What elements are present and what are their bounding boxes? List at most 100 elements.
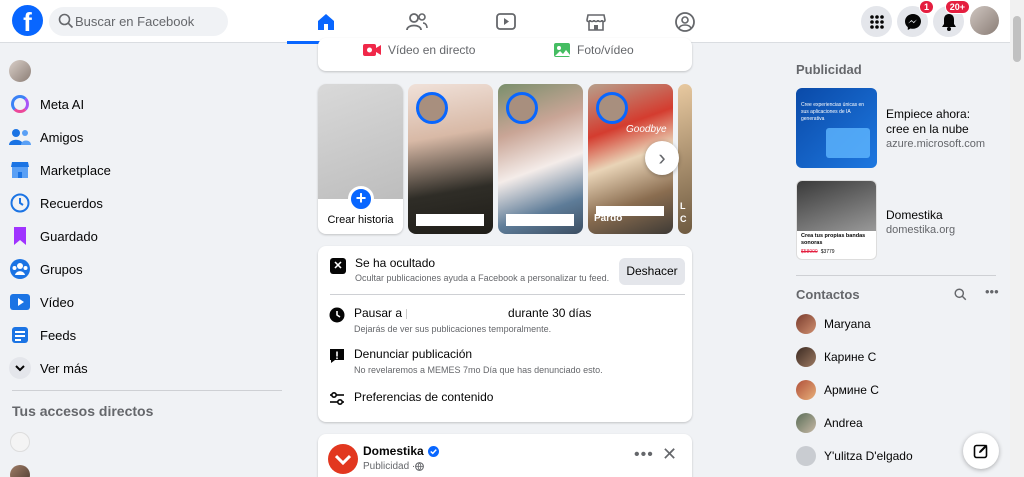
story-card[interactable]	[498, 84, 583, 234]
live-video-button[interactable]: Vídeo en directo	[362, 42, 475, 58]
top-bar: f 1 20+	[0, 0, 1010, 44]
story-card-partial[interactable]: L C	[678, 84, 692, 234]
nav-marketplace[interactable]	[557, 0, 635, 43]
sidebar-item-video[interactable]: Vídeo	[8, 286, 74, 318]
shortcut-item[interactable]	[8, 426, 40, 458]
video-icon	[496, 12, 516, 30]
search-box[interactable]	[49, 7, 228, 36]
bookmark-icon	[14, 227, 26, 245]
friends-icon	[9, 129, 31, 145]
photo-video-button[interactable]: Foto/vídeo	[553, 42, 634, 58]
sidebar-item-marketplace[interactable]: Marketplace	[8, 154, 111, 186]
nav-home[interactable]	[287, 0, 365, 44]
sidebar-item-label: Amigos	[40, 129, 84, 145]
close-icon[interactable]: ✕	[662, 444, 677, 465]
ad-headline[interactable]: Domestika	[886, 208, 943, 222]
globe-icon	[415, 462, 425, 471]
sidebar-item-meta-ai[interactable]: Meta AI	[8, 88, 84, 120]
ad-image-domestika[interactable]: Crea tus propias bandas sonoras $58900 $…	[796, 180, 877, 260]
hidden-x-icon: ✕	[330, 258, 346, 274]
story-card[interactable]	[408, 84, 493, 234]
avatar	[796, 380, 816, 400]
contact-item[interactable]: Andrea	[796, 409, 863, 437]
new-message-button[interactable]	[963, 433, 999, 469]
ad-image-text: Cree experiencias únicas en sus aplicaci…	[801, 102, 865, 122]
ad-old-price: $58900	[801, 249, 818, 255]
sidebar-item-groups[interactable]: Grupos	[8, 253, 83, 285]
sidebar-profile[interactable]	[8, 55, 40, 87]
create-story-label: Crear historia	[327, 214, 394, 226]
ad-domain: azure.microsoft.com	[886, 138, 986, 150]
sidebar-item-label: Vídeo	[40, 294, 74, 310]
contact-item[interactable]: Y'ulitza D'elgado	[796, 442, 913, 470]
feeds-icon	[12, 327, 28, 343]
facebook-logo[interactable]: f	[12, 5, 43, 37]
sidebar-item-label: Grupos	[40, 261, 83, 277]
divider	[330, 294, 685, 295]
notifications-button[interactable]: 20+	[933, 0, 970, 37]
sidebar-item-friends[interactable]: Amigos	[8, 121, 83, 153]
search-input[interactable]	[75, 7, 225, 36]
sidebar-item-label: Ver más	[40, 360, 88, 376]
pause-subtitle: Dejarás de ver sus publicaciones tempora…	[354, 324, 552, 334]
pause-option[interactable]: Pausar a durante 30 días Dejarás de ver s…	[328, 306, 591, 334]
sidebar-item-saved[interactable]: Guardado	[8, 220, 98, 252]
report-option[interactable]: Denunciar publicación No revelaremos a M…	[328, 347, 603, 375]
default-avatar-icon	[796, 446, 816, 466]
live-video-label: Vídeo en directo	[388, 43, 476, 57]
content-preferences-option[interactable]: Preferencias de contenido	[328, 390, 493, 408]
search-icon[interactable]	[954, 288, 967, 301]
ad-image-text: Crea tus propias bandas sonoras	[801, 233, 866, 246]
shortcut-avatar	[10, 465, 30, 477]
ad-image-azure[interactable]: Cree experiencias únicas en sus aplicaci…	[796, 88, 877, 168]
story-name-redacted	[596, 206, 664, 216]
sidebar-item-label: Recuerdos	[40, 195, 103, 211]
divider	[12, 390, 282, 391]
undo-button[interactable]: Deshacer	[619, 258, 685, 285]
messenger-badge: 1	[918, 0, 934, 14]
shortcuts-title: Tus accesos directos	[12, 403, 154, 419]
pause-title-prefix: Pausar a	[354, 306, 403, 320]
domestika-logo[interactable]	[328, 444, 358, 474]
nav-video[interactable]	[467, 0, 545, 43]
verified-icon	[427, 445, 439, 457]
story-name-redacted	[416, 214, 484, 226]
live-video-icon	[363, 44, 381, 56]
scrollbar-thumb[interactable]	[1013, 16, 1021, 62]
ad-headline[interactable]: Empiece ahora: cree en la nube	[886, 107, 996, 137]
sidebar-item-label: Marketplace	[40, 162, 111, 178]
avatar	[9, 60, 31, 82]
contact-name: Y'ulitza D'elgado	[824, 449, 913, 463]
story-overlay-text: Goodbye	[626, 124, 667, 135]
sidebar-item-memories[interactable]: Recuerdos	[8, 187, 103, 219]
contact-item[interactable]: Армине С	[796, 376, 879, 404]
contact-item[interactable]: Карине С	[796, 343, 876, 371]
bell-icon	[941, 13, 956, 31]
story-avatar	[416, 92, 448, 124]
nav-friends[interactable]	[378, 0, 456, 43]
ad-new-price: $3779	[820, 249, 835, 255]
stories-next-button[interactable]: ›	[645, 141, 679, 175]
more-options-icon[interactable]: •••	[985, 284, 999, 299]
story-name-redacted	[506, 214, 574, 226]
hidden-title: Se ha ocultado	[355, 256, 436, 270]
sidebar-item-feeds[interactable]: Feeds	[8, 319, 76, 351]
more-options-icon[interactable]: •••	[634, 446, 654, 464]
marketplace-icon	[586, 13, 606, 31]
friends-icon	[406, 12, 428, 30]
menu-button[interactable]	[861, 6, 892, 37]
create-story-card[interactable]: + Crear historia	[318, 84, 403, 234]
contact-item[interactable]: Maryana	[796, 310, 871, 338]
search-icon	[58, 13, 74, 29]
ad-post-author[interactable]: Domestika	[363, 444, 424, 458]
sidebar-see-more[interactable]: Ver más	[8, 352, 88, 384]
notifications-badge: 20+	[944, 0, 970, 14]
scrollbar[interactable]	[1010, 0, 1024, 477]
profile-avatar[interactable]	[970, 6, 999, 35]
nav-groups[interactable]	[646, 0, 724, 43]
compose-icon	[973, 444, 988, 459]
sidebar-item-label: Feeds	[40, 327, 77, 343]
redacted-name	[406, 308, 502, 319]
messenger-button[interactable]: 1	[897, 0, 934, 37]
shortcut-item[interactable]	[8, 459, 40, 477]
